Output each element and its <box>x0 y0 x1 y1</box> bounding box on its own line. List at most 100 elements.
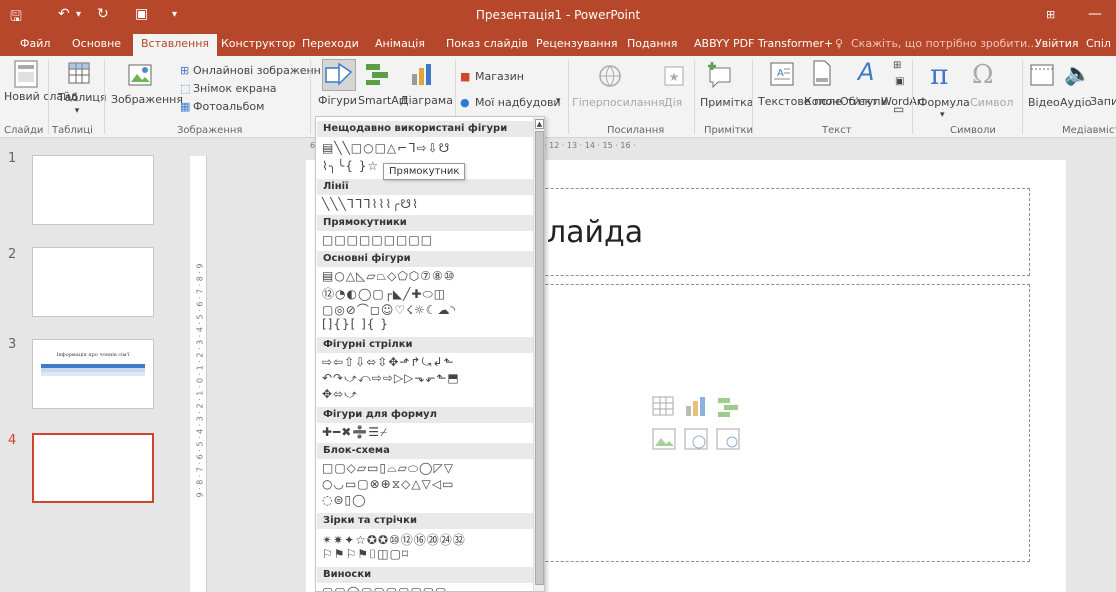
shape-row[interactable]: ▢◎⊘⌒◻☺♡☇☼☾☁◝ <box>322 301 456 318</box>
tell-me-box[interactable]: Скажіть, що потрібно зробити... <box>851 37 1038 50</box>
object-icon[interactable]: ▭ <box>893 102 904 116</box>
shapes-icon <box>322 59 356 91</box>
group-links: Посилання <box>607 125 665 136</box>
group-media: Медіавміст <box>1062 125 1116 136</box>
store-button[interactable]: Магазин <box>475 70 524 83</box>
scroll-up-icon[interactable]: ▲ <box>535 119 544 129</box>
share-button[interactable]: Спіл <box>1086 37 1111 50</box>
insert-picture-icon[interactable] <box>652 428 676 450</box>
slide-thumbnail[interactable]: Інформація про членів сім'ї <box>32 339 154 409</box>
shape-row[interactable]: ▢▢◯▢▢▢▢▢▢▢ <box>322 585 447 591</box>
shape-row[interactable]: ╲╲╲ᒣᒣᒣ⌇⌇⌇╭☋⌇ <box>322 197 419 211</box>
textbox-button[interactable]: Текстове поле <box>758 96 842 108</box>
shape-row[interactable]: ✴✷✦☆✪✪⑩⑫⑯⑳㉔㉜ <box>322 531 466 548</box>
comment-button[interactable]: Примітка <box>700 96 754 109</box>
shape-row[interactable]: ◌⊜▯◯ <box>322 493 367 507</box>
screen-recording-button[interactable]: Запи з е <box>1090 96 1116 108</box>
insert-online-picture-icon[interactable] <box>684 428 708 450</box>
wordart-icon: A <box>858 58 875 86</box>
sign-in-link[interactable]: Увійти <box>1035 37 1072 50</box>
equation-button[interactable]: Формула <box>918 96 970 109</box>
tab-review[interactable]: Рецензування <box>536 37 617 50</box>
tab-view[interactable]: Подання <box>627 37 677 50</box>
share-icon[interactable]: ᴙ <box>1072 37 1079 50</box>
photo-album-button[interactable]: Фотоальбом <box>193 100 264 113</box>
vertical-ruler: 9 · 8 · 7 · 6 · 5 · 4 · 3 · 2 · 1 · 0 · … <box>190 156 207 592</box>
pictures-icon <box>128 64 152 86</box>
minimize-icon[interactable]: — <box>1088 6 1102 22</box>
symbol-button[interactable]: Символ <box>970 96 1013 109</box>
video-button[interactable]: Відео <box>1028 96 1060 109</box>
photo-album-icon: ▦ <box>180 100 191 113</box>
shape-row[interactable]: □□□□□□□□□ <box>322 233 433 247</box>
table-button[interactable]: Таблиця <box>58 91 107 104</box>
date-time-icon[interactable]: ⊞ <box>893 60 901 71</box>
screenshot-icon: ⬚ <box>180 82 191 95</box>
tab-abbyy[interactable]: ABBYY PDF Transformer+ <box>694 37 833 50</box>
chart-button[interactable]: Діаграма <box>400 94 453 107</box>
shape-row[interactable]: ↶↷⤻⤺⇨⇨▷▷⬎⬐⬑⬒ <box>322 371 460 386</box>
online-pictures-icon: ⊞ <box>180 64 190 77</box>
my-addins-dropdown-icon[interactable]: ▾ <box>556 96 561 106</box>
shapes-button[interactable]: Фігури <box>318 94 357 107</box>
action-button[interactable]: Дія <box>664 96 682 109</box>
section-callouts: Виноски <box>317 567 533 583</box>
slide-thumbnail-caption: Інформація про членів сім'ї <box>56 352 130 358</box>
audio-button[interactable]: Аудіо <box>1060 96 1091 109</box>
tab-home[interactable]: Основне <box>72 37 121 50</box>
slide-number-icon[interactable]: ▣ <box>895 76 904 87</box>
shape-row[interactable]: □▢◇▱▭▯⌓▱⬭◯◸▽ <box>322 461 454 476</box>
my-addins-icon: ● <box>460 96 470 109</box>
section-lines: Лінії <box>317 179 533 195</box>
shape-row[interactable]: ✥⬄⤻ <box>322 387 358 402</box>
shape-row[interactable]: ✚━✖➗☰⌿ <box>322 425 388 440</box>
ribbon-tabs: Файл Основне Вставлення Конструктор Пере… <box>0 30 1116 56</box>
equation-dropdown-icon[interactable]: ▾ <box>940 110 945 120</box>
shape-row[interactable]: ⇨⇦⇧⇩⬄⇳✥⬏↱⤿↲⬑ <box>322 355 455 370</box>
online-pictures-button[interactable]: Онлайнові зображення <box>193 64 328 77</box>
insert-video-icon[interactable] <box>716 428 740 450</box>
tab-file[interactable]: Файл <box>20 37 50 50</box>
my-addins-button[interactable]: Мої надбудови <box>475 96 561 109</box>
table-dropdown-icon[interactable]: ▾ <box>62 106 92 116</box>
group-images: Зображення <box>177 125 243 136</box>
slide-thumbnail-selected[interactable] <box>32 433 154 503</box>
shape-row[interactable]: ▤○△◺▱⏢◇⬠⬡⑦⑧⑩ <box>322 269 456 284</box>
slide-thumbnail[interactable] <box>32 247 154 317</box>
tab-insert[interactable]: Вставлення <box>133 34 218 56</box>
hyperlink-button[interactable]: Гіперпосилання <box>572 96 665 109</box>
shape-row[interactable]: ⑫◔◐◯▢┌◣╱✚⬭◫ <box>322 285 446 302</box>
tab-animations[interactable]: Анімація <box>375 37 425 50</box>
ribbon-display-options-icon[interactable]: ⊞ <box>1046 8 1055 21</box>
group-slides: Слайди <box>4 125 44 136</box>
insert-chart-icon[interactable] <box>684 396 708 418</box>
equation-icon: π <box>930 58 949 91</box>
tab-design[interactable]: Конструктор <box>221 37 295 50</box>
insert-table-icon[interactable] <box>652 396 676 418</box>
title-bar: 🖫 ↶ ▾ ↻ ▣ ▾ Презентація1 - PowerPoint ⊞ … <box>0 0 1116 30</box>
textbox-icon: A <box>770 62 794 86</box>
slide-number: 4 <box>8 433 17 448</box>
header-footer-button[interactable]: Колон- титули <box>804 96 888 108</box>
shape-row[interactable]: ▤╲╲□○□△⌐ᒣ⇨⇩☋ <box>322 141 450 155</box>
shape-row[interactable]: ⚐⚑⚐⚑⌷◫▢⌑ <box>322 547 409 562</box>
insert-smartart-icon[interactable] <box>716 396 740 418</box>
thumbnail-table-row <box>41 372 145 376</box>
scrollbar-thumb[interactable] <box>535 131 544 585</box>
new-slide-button[interactable]: Новий слайд <box>4 91 78 103</box>
tab-slideshow[interactable]: Показ слайдів <box>446 37 528 50</box>
shape-row[interactable]: ○◡▭▢⊗⊕⧖◇△▽◁▭ <box>322 477 454 492</box>
shape-row[interactable]: []{}[ ]{ } <box>322 317 389 331</box>
table-icon <box>68 62 90 84</box>
smartart-icon <box>366 64 388 85</box>
tab-transitions[interactable]: Переходи <box>302 37 359 50</box>
slide-thumbnail[interactable] <box>32 155 154 225</box>
section-stars-banners: Зірки та стрічки <box>317 513 533 529</box>
screenshot-button[interactable]: Знімок екрана <box>193 82 277 95</box>
pictures-button[interactable]: Зображення <box>111 93 183 106</box>
shape-row[interactable]: ⌇╮╰{ }☆ <box>322 159 379 173</box>
gallery-scrollbar[interactable]: ▲ <box>533 117 544 591</box>
section-basic-shapes: Основні фігури <box>317 251 533 267</box>
wordart-button[interactable]: Об'єкт WordArt <box>840 96 926 108</box>
section-flowchart: Блок-схема <box>317 443 533 459</box>
